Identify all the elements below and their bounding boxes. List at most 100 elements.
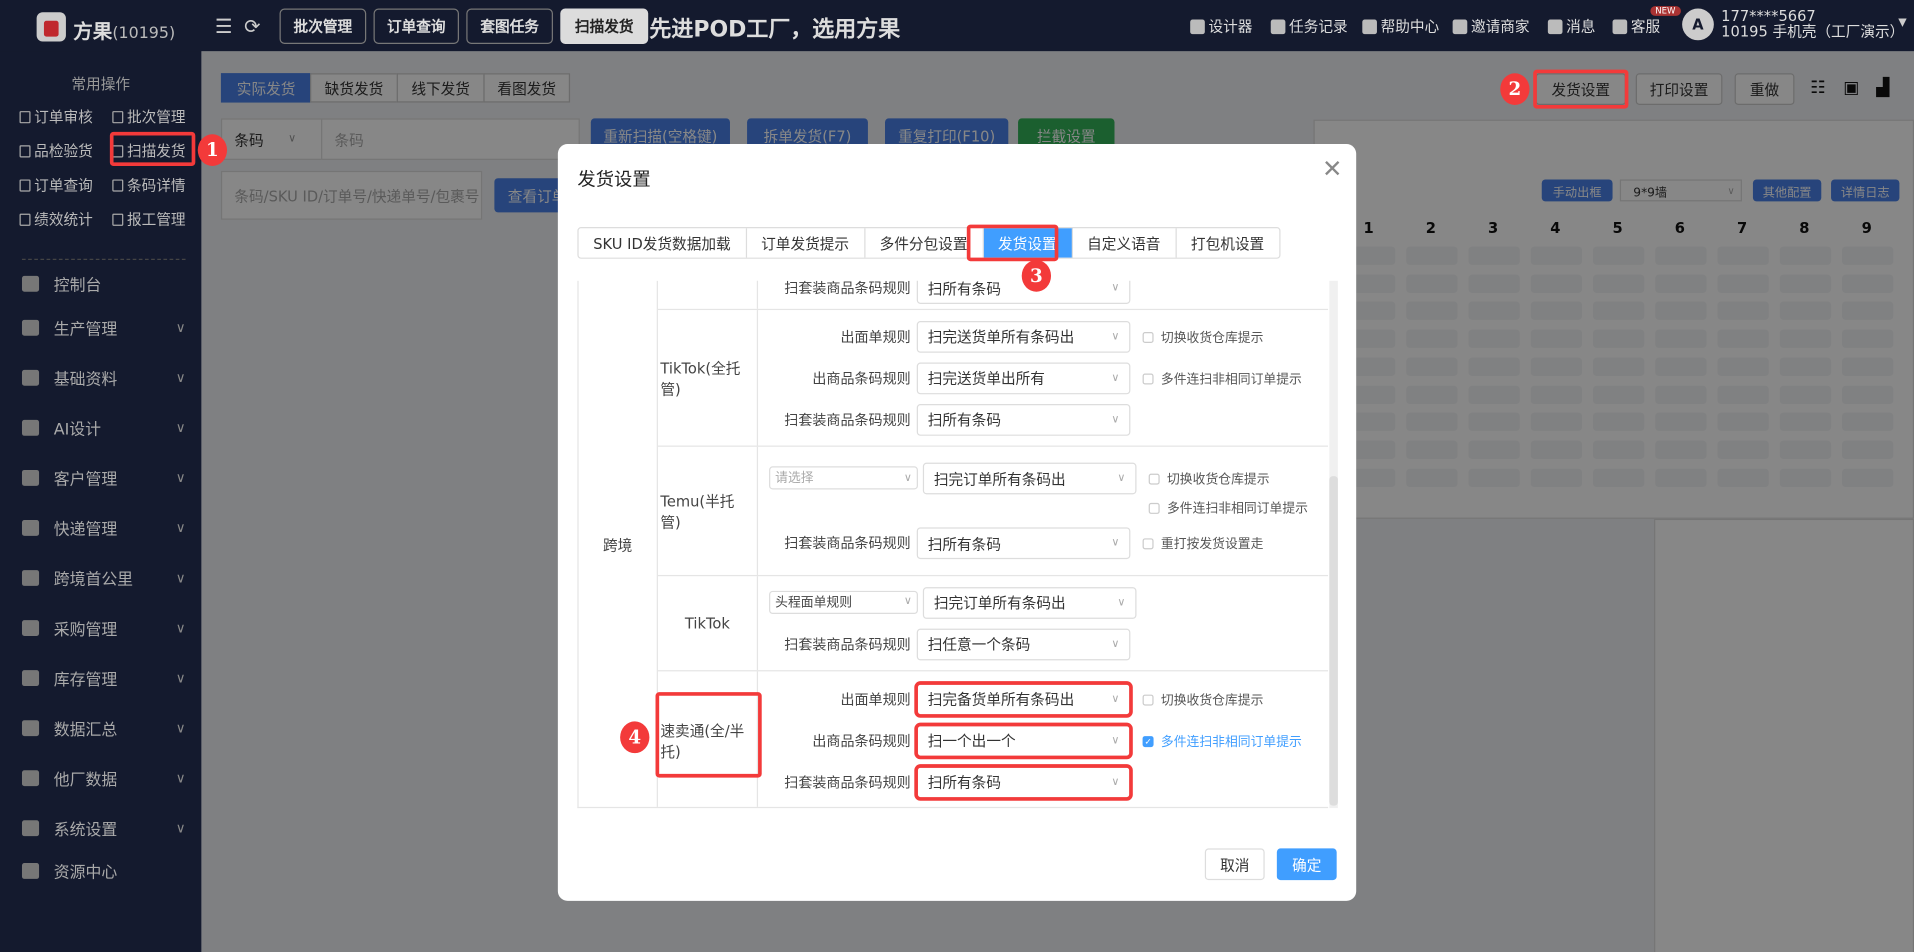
- dialog-tab-0[interactable]: SKU ID发货数据加载: [579, 228, 747, 258]
- rule-line: 头程面单规则 ∨ 扫完订单所有条码出 ∨: [758, 586, 1328, 619]
- checkbox-label: 重打按发货设置走: [1160, 537, 1264, 552]
- rule-select[interactable]: 扫完订单所有条码出 ∨: [922, 586, 1137, 619]
- chevron-down-icon: ∨: [175, 419, 186, 436]
- user-info[interactable]: 177****5667 10195 手机壳（工厂演示）: [1721, 8, 1904, 41]
- checkbox-icon[interactable]: ✓: [1142, 735, 1154, 747]
- header-item-1[interactable]: 任务记录: [1270, 16, 1348, 37]
- checkbox-icon[interactable]: [1142, 372, 1154, 384]
- sidebar-item-9[interactable]: 数据汇总 ∨: [21, 717, 186, 740]
- header-tab-order-query[interactable]: 订单查询: [373, 8, 459, 44]
- platform-fields: 头程面单规则 ∨ 扫完订单所有条码出 ∨ 扫套装商品条码规则 扫任意一个条码 ∨: [758, 576, 1328, 670]
- scrollbar-thumb[interactable]: [1329, 476, 1338, 806]
- refresh-icon[interactable]: ⟳: [244, 15, 260, 38]
- header-item-3[interactable]: 邀请商家: [1452, 16, 1530, 37]
- header-item-4[interactable]: 消息: [1547, 16, 1595, 37]
- checkbox-icon[interactable]: [1142, 538, 1154, 550]
- platform-name: Temu(半托管): [658, 446, 759, 575]
- checkbox-icon[interactable]: [1148, 473, 1160, 485]
- header-tab-scan-ship[interactable]: 扫描发货: [560, 8, 649, 44]
- rule-select[interactable]: 扫完送货单所有条码出 ∨: [916, 320, 1131, 353]
- quick-op-label: 品检验货: [34, 142, 93, 160]
- chevron-down-icon: ∨: [1111, 371, 1120, 384]
- annotation-badge-1: 1: [197, 134, 228, 167]
- header-item-0[interactable]: 设计器: [1190, 16, 1252, 37]
- sidebar-item-icon: [21, 369, 40, 386]
- dialog-tab-4[interactable]: 自定义语音: [1072, 228, 1177, 258]
- sidebar-item-icon: [21, 670, 40, 687]
- chevron-down-icon: ∨: [1111, 330, 1120, 343]
- rule-select[interactable]: 扫所有条码 ∨: [916, 403, 1131, 436]
- checkbox-icon[interactable]: [1142, 331, 1154, 343]
- rule-select[interactable]: 扫完订单所有条码出 ∨: [922, 462, 1137, 495]
- quick-op-2[interactable]: 品检验货: [19, 140, 93, 161]
- sidebar-item-label: 库存管理: [53, 671, 118, 690]
- dialog-tab-1[interactable]: 订单发货提示: [747, 228, 865, 258]
- header-tab-mockup[interactable]: 套图任务: [466, 8, 553, 44]
- brand: 方果(10195): [73, 15, 175, 44]
- rule-select[interactable]: 扫一个出一个 ∨: [914, 722, 1133, 759]
- sidebar-item-3[interactable]: AI设计 ∨: [21, 416, 186, 439]
- sidebar-item-label: 资源中心: [53, 864, 118, 883]
- platform-cell: [658, 280, 759, 309]
- sidebar-item-12[interactable]: 资源中心: [21, 859, 186, 883]
- sidebar-item-11[interactable]: 系统设置 ∨: [21, 817, 186, 840]
- avatar[interactable]: A: [1682, 8, 1714, 41]
- header-item-2[interactable]: 帮助中心: [1362, 16, 1439, 37]
- quick-op-6[interactable]: 绩效统计: [19, 209, 93, 230]
- option-checkbox[interactable]: 多件连扫非相同订单提示: [1142, 369, 1302, 387]
- option-checkbox[interactable]: 切换收货仓库提示: [1148, 470, 1308, 488]
- quick-op-5[interactable]: 条码详情: [112, 175, 186, 196]
- rule-line: 扫套装商品条码规则 扫任意一个条码 ∨: [758, 628, 1328, 660]
- rule-select-value: 扫完备货单所有条码出: [927, 690, 1075, 709]
- header-item-label: 帮助中心: [1380, 18, 1440, 36]
- header-item-label: 客服: [1630, 18, 1661, 36]
- sidebar-item-4[interactable]: 客户管理 ∨: [21, 466, 186, 490]
- rule-select[interactable]: 扫所有条码 ∨: [916, 280, 1131, 304]
- dialog-tab-2[interactable]: 多件分包设置: [865, 228, 984, 258]
- quick-op-0[interactable]: 订单审核: [19, 106, 93, 127]
- sidebar-item-label: 数据汇总: [53, 721, 118, 740]
- sidebar-item-8[interactable]: 库存管理 ∨: [21, 667, 186, 690]
- rule-select[interactable]: 扫完送货单出所有 ∨: [916, 361, 1131, 394]
- sidebar-item-1[interactable]: 生产管理 ∨: [21, 316, 186, 339]
- header-item-5[interactable]: 客服: [1612, 16, 1661, 37]
- sidebar-item-2[interactable]: 基础资料 ∨: [21, 366, 186, 389]
- sidebar-item-0[interactable]: 控制台: [21, 272, 186, 295]
- confirm-button[interactable]: 确定: [1276, 848, 1337, 881]
- annotation-box-2: [1533, 69, 1629, 109]
- sidebar-item-10[interactable]: 他厂数据 ∨: [21, 767, 186, 790]
- option-checkbox[interactable]: 切换收货仓库提示: [1142, 328, 1263, 346]
- option-checkbox[interactable]: ✓ 多件连扫非相同订单提示: [1142, 732, 1302, 750]
- cancel-button[interactable]: 取消: [1204, 848, 1265, 881]
- chevron-down-icon: ∨: [175, 770, 186, 787]
- checkbox-icon[interactable]: [1148, 502, 1160, 514]
- rule-select[interactable]: 扫所有条码 ∨: [916, 527, 1131, 560]
- annotation-box-4: [655, 692, 762, 778]
- menu-collapse-icon[interactable]: ☰: [215, 15, 233, 38]
- close-icon[interactable]: ✕: [1322, 154, 1342, 183]
- sidebar-item-6[interactable]: 跨境首公里 ∨: [21, 566, 186, 590]
- rule-select[interactable]: 扫任意一个条码 ∨: [916, 628, 1131, 660]
- option-checkbox[interactable]: 多件连扫非相同订单提示: [1148, 499, 1308, 517]
- rule-select-value: 扫所有条码: [927, 773, 1001, 792]
- quick-op-4[interactable]: 订单查询: [19, 175, 93, 196]
- field-label: 扫套装商品条码规则: [784, 534, 911, 552]
- checkbox-icon[interactable]: [1142, 693, 1154, 705]
- sidebar-item-5[interactable]: 快递管理 ∨: [21, 516, 186, 540]
- option-checkbox[interactable]: 重打按发货设置走: [1142, 535, 1264, 553]
- sidebar-item-label: 客户管理: [53, 471, 118, 490]
- checkbox-group: ✓ 多件连扫非相同订单提示: [1142, 732, 1302, 750]
- user-dropdown-icon[interactable]: ▼: [1898, 17, 1906, 29]
- dialog-tab-5[interactable]: 打包机设置: [1176, 228, 1279, 257]
- quick-op-1[interactable]: 批次管理: [112, 106, 186, 127]
- header-tab-batch[interactable]: 批次管理: [279, 8, 367, 44]
- sidebar-item-7[interactable]: 采购管理 ∨: [21, 616, 186, 640]
- rule-select[interactable]: 扫完备货单所有条码出 ∨: [914, 680, 1133, 718]
- quick-op-7[interactable]: 报工管理: [112, 209, 186, 230]
- dialog-tab-3[interactable]: 发货设置: [983, 228, 1073, 258]
- rule-select[interactable]: 扫所有条码 ∨: [914, 763, 1133, 801]
- rule-type-select[interactable]: 头程面单规则 ∨: [769, 590, 918, 614]
- rule-type-select[interactable]: 请选择 ∨: [769, 466, 918, 490]
- option-checkbox[interactable]: 切换收货仓库提示: [1142, 690, 1263, 708]
- chevron-down-icon: ∨: [175, 319, 186, 336]
